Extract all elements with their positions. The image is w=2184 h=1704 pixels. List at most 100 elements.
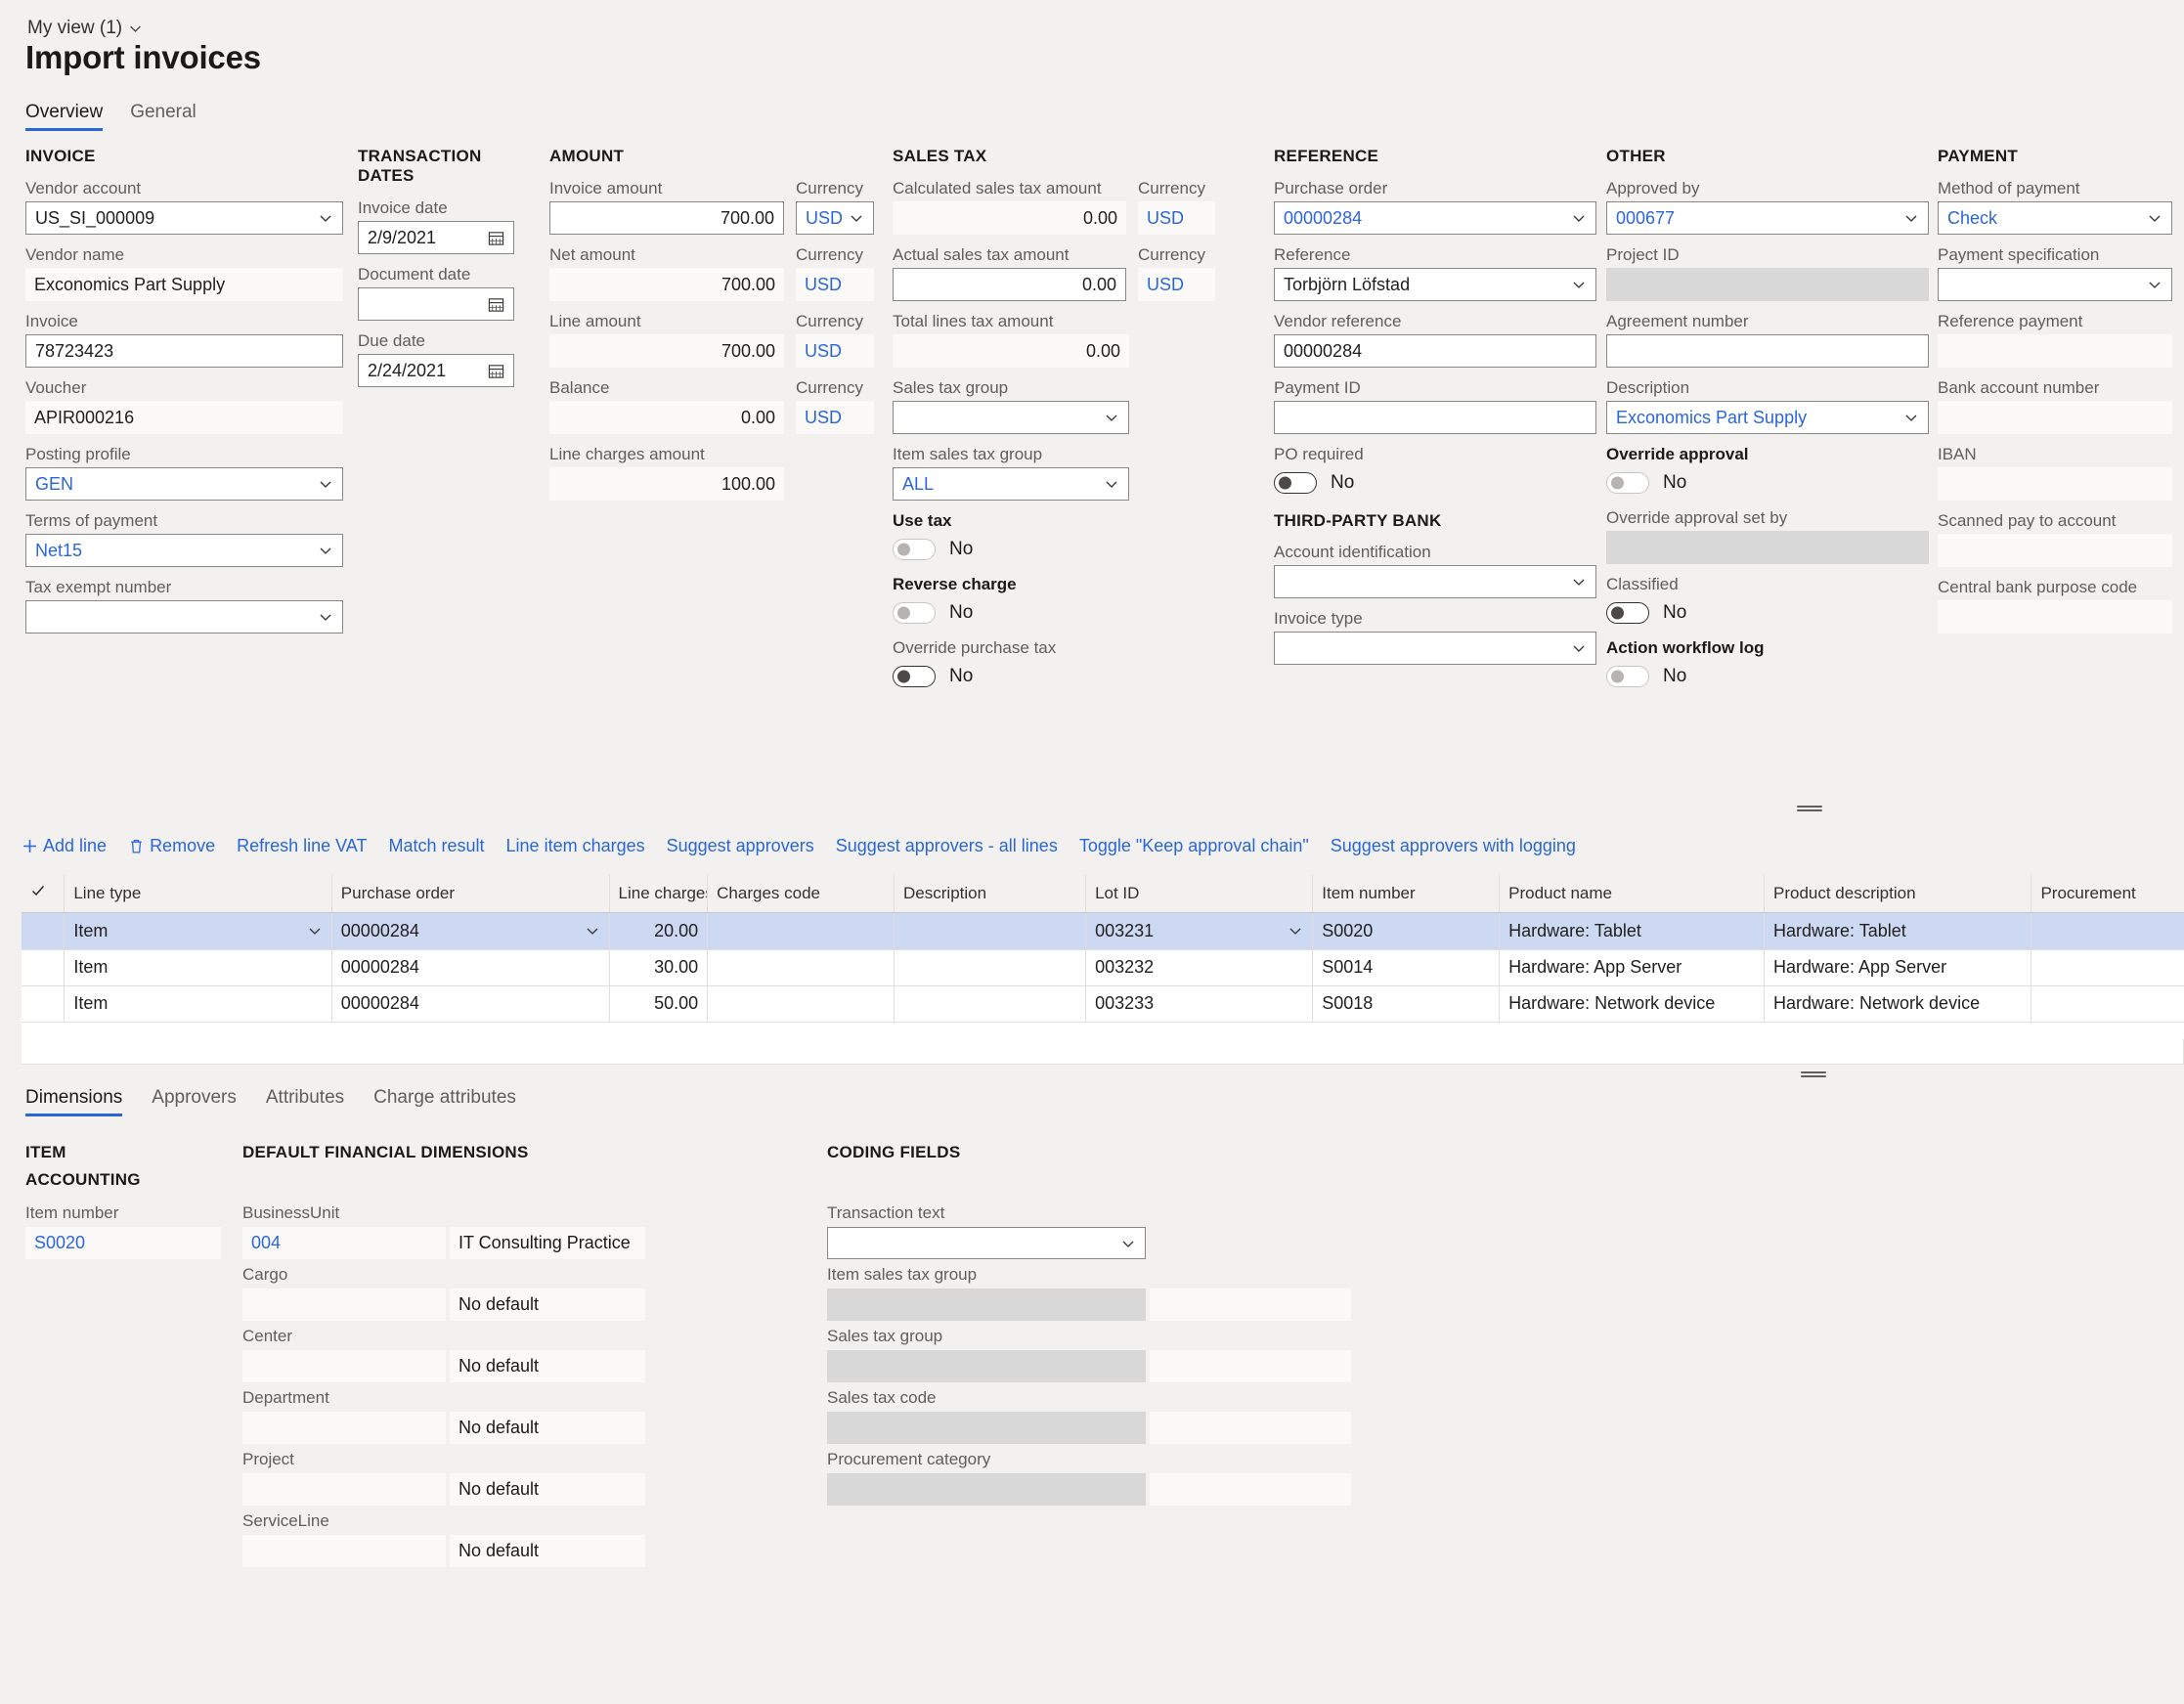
chevron-down-icon[interactable] bbox=[2147, 210, 2162, 226]
reference-input[interactable]: Torbjörn Löfstad bbox=[1274, 268, 1596, 301]
cell-line-type[interactable]: Item bbox=[64, 985, 332, 1023]
table-row[interactable]: Item 00000284 20.00 003231 S0020 Hardwar… bbox=[22, 912, 2184, 950]
cell-line-charges[interactable]: 20.00 bbox=[609, 912, 709, 950]
cell-product-description[interactable]: Hardware: Network device bbox=[1764, 985, 2032, 1023]
invoice-amount-input[interactable]: 700.00 bbox=[549, 201, 784, 235]
row-select-cell[interactable] bbox=[22, 949, 66, 986]
cargo-input[interactable] bbox=[242, 1289, 446, 1321]
voucher-input[interactable]: APIR000216 bbox=[25, 401, 343, 434]
toggle-switch[interactable] bbox=[1274, 472, 1317, 494]
refresh-line-vat-button[interactable]: Refresh line VAT bbox=[237, 836, 367, 856]
tab-dimensions[interactable]: Dimensions bbox=[25, 1087, 123, 1116]
toggle-switch[interactable] bbox=[1606, 602, 1649, 624]
cell-product-name[interactable]: Hardware: Network device bbox=[1499, 985, 1765, 1023]
chevron-down-icon[interactable] bbox=[318, 609, 333, 625]
invoice-amount-currency-input[interactable]: USD bbox=[796, 201, 874, 235]
classified-toggle[interactable]: No bbox=[1606, 598, 1929, 628]
col-line-charges[interactable]: Line charges ... bbox=[609, 875, 709, 913]
select-all-header[interactable] bbox=[22, 875, 66, 913]
override-approval-toggle[interactable]: No bbox=[1606, 468, 1929, 498]
cell-procurement[interactable] bbox=[2031, 985, 2184, 1023]
table-row[interactable]: Item 00000284 30.00 003232 S0014 Hardwar… bbox=[22, 949, 2184, 986]
serviceline-input[interactable] bbox=[242, 1535, 446, 1567]
cell-procurement[interactable] bbox=[2031, 912, 2184, 950]
match-result-button[interactable]: Match result bbox=[388, 836, 484, 856]
cell-charges-code[interactable] bbox=[707, 912, 895, 950]
sales-tax-group-input[interactable] bbox=[893, 401, 1129, 434]
invoice-number-input[interactable]: 78723423 bbox=[25, 334, 343, 368]
businessunit-input[interactable]: 004 bbox=[242, 1227, 446, 1259]
department-input[interactable] bbox=[242, 1412, 446, 1444]
cell-purchase-order[interactable]: 00000284 bbox=[331, 949, 610, 986]
toggle-switch[interactable] bbox=[893, 602, 936, 624]
terms-of-payment-input[interactable]: Net15 bbox=[25, 534, 343, 567]
cell-lot-id[interactable]: 003233 bbox=[1085, 985, 1314, 1023]
payment-id-input[interactable] bbox=[1274, 401, 1596, 434]
chevron-down-icon[interactable] bbox=[1120, 1236, 1136, 1251]
cell-purchase-order[interactable]: 00000284 bbox=[331, 912, 610, 950]
chevron-down-icon[interactable] bbox=[318, 210, 333, 226]
tab-general[interactable]: General bbox=[130, 102, 197, 131]
cell-charges-code[interactable] bbox=[707, 985, 895, 1023]
chevron-down-icon[interactable] bbox=[1288, 923, 1303, 939]
method-of-payment-input[interactable]: Check bbox=[1938, 201, 2172, 235]
invoice-type-input[interactable] bbox=[1274, 632, 1596, 665]
col-item-number[interactable]: Item number bbox=[1312, 875, 1501, 913]
suggest-approvers-all-lines-button[interactable]: Suggest approvers - all lines bbox=[836, 836, 1058, 856]
cell-lot-id[interactable]: 003232 bbox=[1085, 949, 1314, 986]
center-input[interactable] bbox=[242, 1350, 446, 1382]
col-charges-code[interactable]: Charges code bbox=[707, 875, 895, 913]
po-required-toggle[interactable]: No bbox=[1274, 468, 1596, 498]
remove-button[interactable]: Remove bbox=[128, 836, 215, 856]
cell-item-number[interactable]: S0018 bbox=[1312, 985, 1501, 1023]
cell-lot-id[interactable]: 003231 bbox=[1085, 912, 1314, 950]
cell-description[interactable] bbox=[894, 985, 1087, 1023]
calendar-icon[interactable] bbox=[488, 296, 504, 313]
toggle-switch[interactable] bbox=[893, 666, 936, 687]
chevron-down-icon[interactable] bbox=[1571, 574, 1587, 590]
col-line-type[interactable]: Line type bbox=[64, 875, 332, 913]
col-lot-id[interactable]: Lot ID bbox=[1085, 875, 1314, 913]
purchase-order-input[interactable]: 00000284 bbox=[1274, 201, 1596, 235]
cell-description[interactable] bbox=[894, 912, 1087, 950]
approved-by-input[interactable]: 000677 bbox=[1606, 201, 1929, 235]
tab-charge-attributes[interactable]: Charge attributes bbox=[373, 1087, 516, 1116]
chevron-down-icon[interactable] bbox=[1571, 210, 1587, 226]
chevron-down-icon[interactable] bbox=[1903, 210, 1919, 226]
project-input[interactable] bbox=[242, 1473, 446, 1506]
chevron-down-icon[interactable] bbox=[849, 210, 864, 226]
chevron-down-icon[interactable] bbox=[1571, 640, 1587, 656]
action-workflow-log-toggle[interactable]: No bbox=[1606, 662, 1929, 691]
cell-item-number[interactable]: S0020 bbox=[1312, 912, 1501, 950]
line-item-charges-button[interactable]: Line item charges bbox=[506, 836, 645, 856]
override-purchase-tax-toggle[interactable]: No bbox=[893, 662, 1215, 691]
chevron-down-icon[interactable] bbox=[318, 476, 333, 492]
tab-approvers[interactable]: Approvers bbox=[152, 1087, 237, 1116]
header-grid-splitter[interactable] bbox=[1797, 804, 1822, 813]
due-date-input[interactable]: 2/24/2021 bbox=[358, 354, 514, 387]
posting-profile-input[interactable]: GEN bbox=[25, 467, 343, 501]
tab-overview[interactable]: Overview bbox=[25, 102, 104, 131]
cell-purchase-order[interactable]: 00000284 bbox=[331, 985, 610, 1023]
description-input[interactable]: Exconomics Part Supply bbox=[1606, 401, 1929, 434]
item-number-input[interactable]: S0020 bbox=[25, 1227, 221, 1259]
col-product-description[interactable]: Product description bbox=[1764, 875, 2032, 913]
transaction-text-input[interactable] bbox=[827, 1227, 1146, 1259]
use-tax-toggle[interactable]: No bbox=[893, 535, 1215, 564]
grid-detail-splitter[interactable] bbox=[1801, 1070, 1826, 1079]
col-purchase-order[interactable]: Purchase order bbox=[331, 875, 610, 913]
chevron-down-icon[interactable] bbox=[585, 923, 600, 939]
account-identification-input[interactable] bbox=[1274, 565, 1596, 598]
invoice-lines-grid[interactable]: Line type Purchase order Line charges ..… bbox=[22, 875, 2184, 1041]
chevron-down-icon[interactable] bbox=[1571, 277, 1587, 292]
view-selector[interactable]: My view (1) bbox=[27, 18, 142, 39]
vendor-name-input[interactable]: Exconomics Part Supply bbox=[25, 268, 343, 301]
cell-charges-code[interactable] bbox=[707, 949, 895, 986]
reverse-charge-toggle[interactable]: No bbox=[893, 598, 1215, 628]
chevron-down-icon[interactable] bbox=[318, 543, 333, 558]
item-sales-tax-group-input[interactable]: ALL bbox=[893, 467, 1129, 501]
tax-exempt-number-input[interactable] bbox=[25, 600, 343, 634]
vendor-reference-input[interactable]: 00000284 bbox=[1274, 334, 1596, 368]
col-product-name[interactable]: Product name bbox=[1499, 875, 1765, 913]
row-select-cell[interactable] bbox=[22, 912, 66, 950]
